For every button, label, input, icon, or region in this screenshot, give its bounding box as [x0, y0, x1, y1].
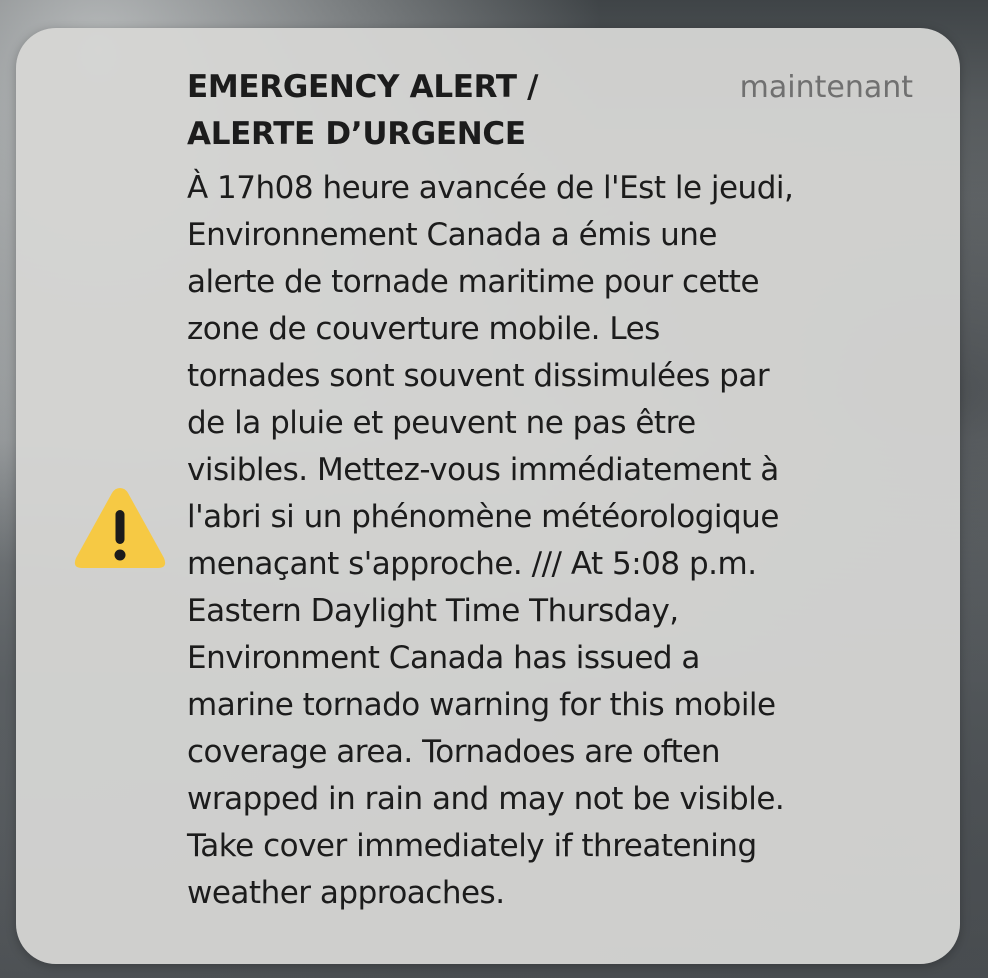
emergency-alert-notification[interactable]: EMERGENCY ALERT / ALERTE D’URGENCE maint… [16, 28, 960, 964]
alert-timestamp: maintenant [739, 70, 913, 105]
alert-message-line: tornades sont souvent dissimulées par [187, 358, 770, 394]
alert-message-line: coverage area. Tornadoes are often [187, 734, 721, 770]
alert-message-line: de la pluie et peuvent ne pas être [187, 405, 696, 441]
alert-message-line: Eastern Daylight Time Thursday, [187, 593, 679, 629]
alert-message-line: Environnement Canada a émis une [187, 217, 717, 253]
alert-message-line: Take cover immediately if threatening [187, 828, 757, 864]
alert-message-line: menaçant s'approche. /// At 5:08 p.m. [187, 546, 757, 582]
alert-message-line: visibles. Mettez-vous immédiatement à [187, 452, 779, 488]
alert-message-line: zone de couverture mobile. Les [187, 311, 660, 347]
alert-message-line: Environment Canada has issued a [187, 640, 700, 676]
alert-message-line: weather approaches. [187, 875, 505, 911]
alert-title-line: EMERGENCY ALERT / [187, 69, 539, 105]
alert-message-line: marine tornado warning for this mobile [187, 687, 776, 723]
alert-message-line: alerte de tornade maritime pour cette [187, 264, 760, 300]
warning-triangle-icon [70, 482, 170, 574]
alert-message-line: l'abri si un phénomène météorologique [187, 499, 779, 535]
alert-title-line: ALERTE D’URGENCE [187, 116, 526, 152]
alert-title: EMERGENCY ALERT / ALERTE D’URGENCE [187, 64, 539, 158]
alert-message: À 17h08 heure avancée de l'Est le jeudi,… [187, 165, 794, 917]
alert-message-line: À 17h08 heure avancée de l'Est le jeudi, [187, 170, 794, 206]
alert-message-line: wrapped in rain and may not be visible. [187, 781, 785, 817]
